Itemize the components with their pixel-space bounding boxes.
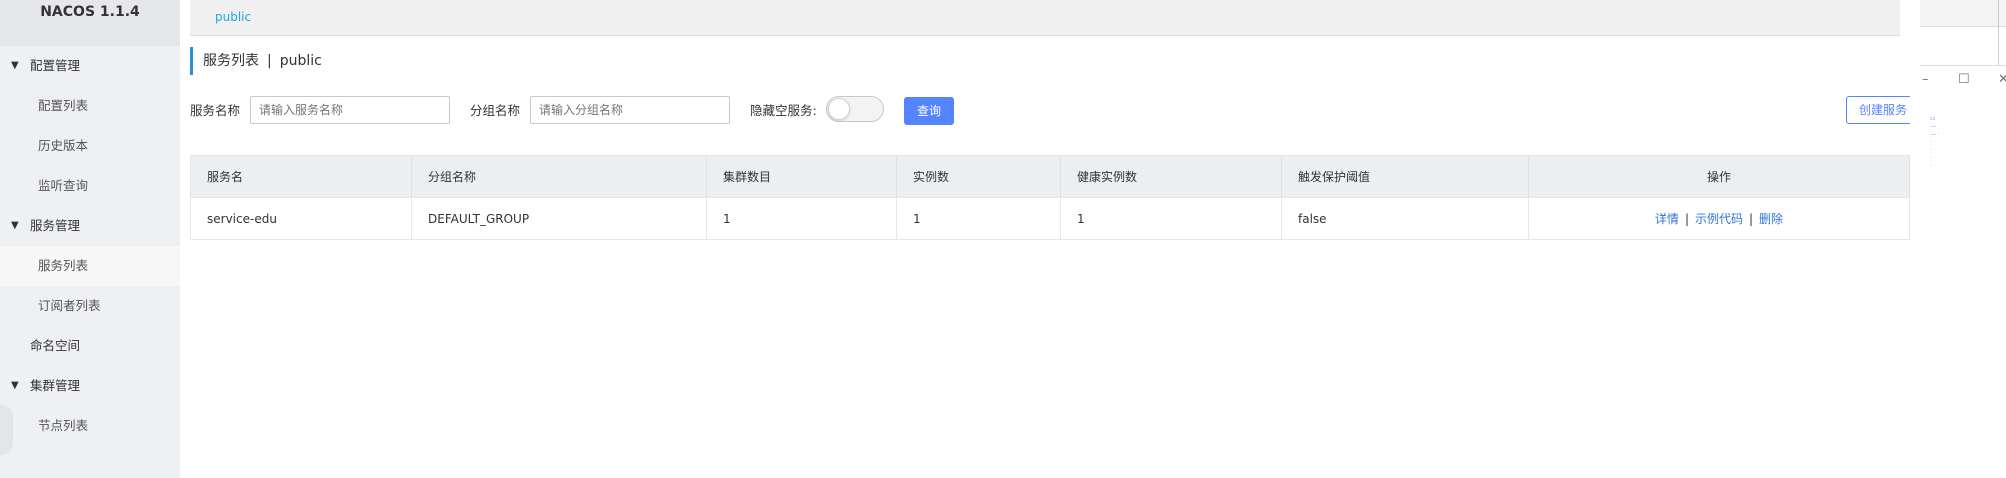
table-row: service-edu DEFAULT_GROUP 1 1 1 false 详情…: [190, 197, 1910, 240]
cell-actions: 详情 | 示例代码 | 删除: [1528, 197, 1910, 240]
window-fragment-divider: [1998, 0, 1999, 65]
page-namespace: public: [279, 53, 322, 69]
sidebar-item-label: 监听查询: [38, 178, 89, 193]
sidebar-group-service[interactable]: ▼ 服务管理: [0, 206, 180, 246]
create-service-button[interactable]: 创建服务: [1846, 96, 1920, 124]
group-name-input[interactable]: [530, 96, 730, 124]
sidebar-item-label: 集群管理: [30, 378, 81, 393]
column-header: 集群数目: [706, 155, 897, 198]
sidebar-group-cluster[interactable]: ▼ 集群管理: [0, 366, 180, 406]
sidebar-item-label: 配置列表: [38, 98, 89, 113]
sidebar-menu: ▼ 配置管理 配置列表 历史版本 监听查询 ▼ 服务管理 服务列表 订阅者列表 …: [0, 46, 180, 446]
sidebar-item-label: 订阅者列表: [38, 298, 101, 313]
namespace-link-public[interactable]: public: [215, 10, 251, 24]
hide-empty-toggle[interactable]: [826, 96, 884, 122]
sidebar-item-node-list[interactable]: 节点列表: [0, 406, 180, 446]
column-header: 触发保护阈值: [1281, 155, 1529, 198]
cell-cluster-count: 1: [706, 197, 897, 240]
column-header: 实例数: [896, 155, 1061, 198]
cell-group-name: DEFAULT_GROUP: [411, 197, 707, 240]
cell-healthy-count: 1: [1060, 197, 1282, 240]
group-name-label: 分组名称: [470, 103, 521, 118]
maximize-icon[interactable]: ☐: [1958, 72, 1970, 87]
minimize-icon[interactable]: –: [1922, 72, 1929, 87]
column-header: 健康实例数: [1060, 155, 1282, 198]
sidebar-item-label: 命名空间: [30, 338, 81, 353]
cell-service-name: service-edu: [190, 197, 412, 240]
close-icon[interactable]: ✕: [1998, 72, 2006, 87]
window-fragment-bar: [1920, 27, 2006, 66]
sidebar-item-label: 历史版本: [38, 138, 89, 153]
sidebar-item-namespace[interactable]: 命名空间: [0, 326, 180, 366]
sidebar-group-config[interactable]: ▼ 配置管理: [0, 46, 180, 86]
thumbnail-line: ·: [1930, 163, 1932, 170]
hide-empty-label: 隐藏空服务:: [750, 103, 817, 118]
thumbnail-line: —: [1930, 123, 1936, 130]
service-name-input[interactable]: [250, 96, 450, 124]
app-title: NACOS 1.1.4: [0, 0, 180, 46]
page-title-text: 服务列表: [203, 53, 259, 69]
service-table: 服务名 分组名称 集群数目 实例数 健康实例数 触发保护阈值 操作 servic…: [190, 155, 1910, 240]
delete-link[interactable]: 删除: [1759, 212, 1783, 226]
column-header: 操作: [1528, 155, 1910, 198]
sidebar-collapse-handle[interactable]: [0, 405, 13, 455]
thumbnail-preview: ▭ — — · · · · ·: [1930, 115, 1975, 215]
sidebar-item-service-list[interactable]: 服务列表: [0, 246, 180, 286]
query-button[interactable]: 查询: [904, 97, 954, 125]
sidebar-item-listener-query[interactable]: 监听查询: [0, 166, 180, 206]
thumbnail-line: ·: [1930, 139, 1932, 146]
namespace-bar: public: [190, 0, 1900, 36]
window-fragment-header: [1920, 0, 2006, 27]
caret-down-icon: ▼: [11, 380, 19, 391]
service-name-label: 服务名称: [190, 103, 241, 118]
sidebar-item-subscriber-list[interactable]: 订阅者列表: [0, 286, 180, 326]
toggle-knob: [828, 98, 850, 120]
action-separator: |: [1749, 212, 1754, 226]
thumbnail-line: — ·: [1930, 131, 1940, 138]
caret-down-icon: ▼: [11, 220, 19, 231]
action-separator: |: [1684, 212, 1689, 226]
filter-form: 服务名称 分组名称 隐藏空服务: 查询 创建服务: [190, 96, 1920, 126]
sidebar-item-label: 服务列表: [38, 258, 89, 273]
column-header: 服务名: [190, 155, 412, 198]
sidebar-item-history[interactable]: 历史版本: [0, 126, 180, 166]
background-window-fragment: – ☐ ✕ ▭ — — · · · · ·: [1910, 0, 2006, 478]
table-header-row: 服务名 分组名称 集群数目 实例数 健康实例数 触发保护阈值 操作: [190, 155, 1910, 198]
thumbnail-line: ·: [1930, 147, 1932, 154]
cell-instance-count: 1: [896, 197, 1061, 240]
cell-protect-threshold: false: [1281, 197, 1529, 240]
sidebar: NACOS 1.1.4 ▼ 配置管理 配置列表 历史版本 监听查询 ▼ 服务管理…: [0, 0, 180, 478]
detail-link[interactable]: 详情: [1655, 212, 1679, 226]
sidebar-item-label: 服务管理: [30, 218, 81, 233]
sample-code-link[interactable]: 示例代码: [1695, 212, 1743, 226]
title-separator: |: [267, 53, 272, 69]
sidebar-item-config-list[interactable]: 配置列表: [0, 86, 180, 126]
thumbnail-line: ·: [1930, 155, 1932, 162]
caret-down-icon: ▼: [11, 60, 19, 71]
column-header: 分组名称: [411, 155, 707, 198]
main-content: public 服务列表 | public 服务名称 分组名称 隐藏空服务: 查询 创…: [180, 0, 1920, 478]
sidebar-item-label: 节点列表: [38, 418, 89, 433]
sidebar-item-label: 配置管理: [30, 58, 81, 73]
page-title: 服务列表 | public: [190, 47, 322, 75]
thumbnail-line: ▭: [1930, 115, 1936, 122]
